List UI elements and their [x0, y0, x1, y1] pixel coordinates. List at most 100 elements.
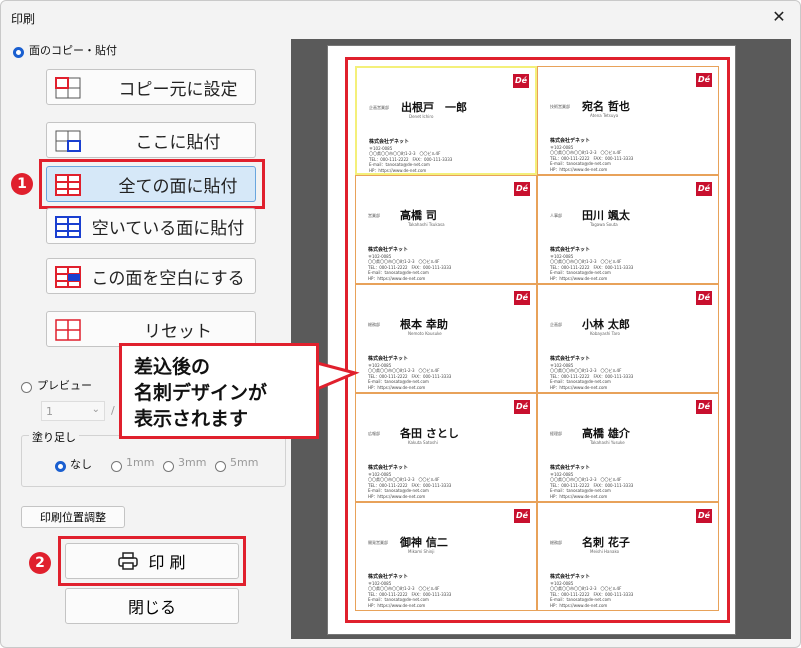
print-position-button[interactable]: 印刷位置調整	[21, 506, 125, 528]
card-company: 株式会社デネット	[550, 247, 591, 253]
paste-all-button[interactable]: 全ての面に貼付	[46, 166, 256, 202]
page-separator: /	[111, 404, 115, 417]
business-card[interactable]: Dé 企画営業部 出根戸 一郎 Denet Ichiro 株式会社デネット 〒102-00…	[355, 66, 537, 175]
callout-box: 差込後の 名刺デザインが 表示されます	[119, 343, 319, 439]
business-card[interactable]: Dé 広報部 各田 さとし Kakuta Satoshi 株式会社デネット 〒102-00…	[355, 393, 537, 502]
bleed-5mm-label: 5mm	[230, 456, 259, 469]
bleed-1mm-dot[interactable]	[111, 461, 122, 472]
bleed-5mm-dot[interactable]	[215, 461, 226, 472]
card-company: 株式会社デネット	[368, 465, 409, 471]
card-role: 総務部	[368, 322, 380, 327]
card-name: 小林 太郎	[582, 318, 630, 331]
paste-empty-grid-icon	[55, 216, 81, 238]
logo-icon: Dé	[696, 291, 712, 305]
card-company: 株式会社デネット	[368, 247, 409, 253]
card-address-line: HP：https://www.de-net.com	[550, 493, 608, 499]
card-roman: Meishi Hanako	[590, 549, 620, 554]
business-card[interactable]: Dé 総務部 根本 幸助 Nemoto Kousuke 株式会社デネット 〒102-008…	[355, 284, 537, 393]
card-address-line: HP：https://www.de-net.com	[369, 167, 427, 173]
card-roman: Denet Ichiro	[409, 114, 434, 119]
logo-icon: Dé	[514, 509, 530, 523]
business-card[interactable]: Dé 開発営業部 御神 信二 Mikami Shinji 株式会社デネット 〒102-00…	[355, 502, 537, 611]
close-button[interactable]: 閉じる	[65, 588, 239, 624]
preview-radio-dot[interactable]	[21, 382, 32, 393]
card-address: 〒102-0085 〇〇県〇〇市〇〇町1-2-3 〇〇ビル4F TEL：000-11…	[368, 363, 451, 390]
bleed-option-none[interactable]: なし	[55, 456, 92, 475]
source-grid-icon	[55, 77, 81, 99]
card-address-line: HP：https://www.de-net.com	[368, 275, 426, 281]
page-select-value: 1	[46, 405, 53, 418]
bleed-3mm-dot[interactable]	[163, 461, 174, 472]
face-copy-label: 面のコピー・貼付	[29, 44, 117, 57]
print-dialog: 印刷 ✕ 面のコピー・貼付 コピー元に設定 ここに貼付 全ての面に貼付 1 空い…	[0, 0, 801, 648]
card-name: 高橋 雄介	[582, 427, 630, 440]
bleed-option-3mm[interactable]: 3mm	[163, 456, 206, 475]
card-name: 各田 さとし	[400, 427, 459, 440]
bleed-1mm-label: 1mm	[126, 456, 155, 469]
bleed-option-5mm[interactable]: 5mm	[215, 456, 258, 475]
business-card[interactable]: Dé 企画部 小林 太郎 Kobayashi Taro 株式会社デネット 〒102-008…	[537, 284, 719, 393]
page-select[interactable]: 1 ⌄	[41, 401, 105, 421]
card-address: 〒102-0085 〇〇県〇〇市〇〇町1-2-3 〇〇ビル4F TEL：000-11…	[369, 146, 452, 173]
card-address: 〒102-0085 〇〇県〇〇市〇〇町1-2-3 〇〇ビル4F TEL：000-11…	[550, 472, 633, 499]
card-roman: Kobayashi Taro	[590, 331, 620, 336]
card-address: 〒102-0085 〇〇県〇〇市〇〇町1-2-3 〇〇ビル4F TEL：000-11…	[368, 472, 451, 499]
face-copy-radio-dot[interactable]	[13, 47, 24, 58]
preview-radio[interactable]: プレビュー	[21, 377, 92, 396]
card-name: 根本 幸助	[400, 318, 448, 331]
print-position-label: 印刷位置調整	[40, 511, 106, 524]
reset-label: リセット	[144, 321, 212, 342]
set-source-button[interactable]: コピー元に設定	[46, 69, 256, 105]
card-roman: Takahashi Tsukasa	[408, 222, 445, 227]
card-address-line: HP：https://www.de-net.com	[550, 602, 608, 608]
paste-empty-label: 空いている面に貼付	[91, 218, 245, 239]
business-card[interactable]: Dé 営業部 高橋 司 Takahashi Tsukasa 株式会社デネット 〒102-0…	[355, 175, 537, 284]
step-2-badge: 2	[29, 552, 51, 574]
card-address: 〒102-0085 〇〇県〇〇市〇〇町1-2-3 〇〇ビル4F TEL：000-11…	[368, 581, 451, 608]
paste-all-grid-icon	[55, 174, 81, 196]
print-button[interactable]: 印 刷	[65, 543, 239, 579]
bleed-none-dot[interactable]	[55, 461, 66, 472]
card-role: 総務部	[550, 540, 562, 545]
close-label: 閉じる	[127, 598, 176, 617]
card-name: 名刺 花子	[582, 536, 630, 549]
bleed-option-1mm[interactable]: 1mm	[111, 456, 154, 475]
reset-button[interactable]: リセット	[46, 311, 256, 347]
printer-icon	[118, 552, 139, 570]
logo-icon: Dé	[696, 73, 712, 87]
preview-label: プレビュー	[37, 379, 92, 392]
card-address-line: HP：https://www.de-net.com	[550, 275, 608, 281]
paste-empty-button[interactable]: 空いている面に貼付	[46, 208, 256, 244]
card-name: 高橋 司	[400, 209, 437, 222]
card-address-line: HP：https://www.de-net.com	[368, 602, 426, 608]
card-company: 株式会社デネット	[550, 356, 591, 362]
logo-icon: Dé	[514, 182, 530, 196]
card-roman: Tagawa Souta	[590, 222, 618, 227]
card-role: 広報部	[368, 431, 380, 436]
window-title: 印刷	[11, 12, 36, 26]
business-card[interactable]: Dé 総務部 名刺 花子 Meishi Hanako 株式会社デネット 〒102-0085…	[537, 502, 719, 611]
card-role: 営業部	[368, 213, 380, 218]
business-card[interactable]: Dé 技術営業部 宛名 哲也 Atena Tetsuya 株式会社デネット 〒102-00…	[537, 66, 719, 175]
card-address: 〒102-0085 〇〇県〇〇市〇〇町1-2-3 〇〇ビル4F TEL：000-11…	[550, 363, 633, 390]
logo-icon: Dé	[513, 74, 529, 88]
card-company: 株式会社デネット	[368, 356, 409, 362]
face-copy-radio[interactable]: 面のコピー・貼付	[13, 42, 117, 61]
close-icon[interactable]: ✕	[768, 6, 790, 28]
print-label: 印 刷	[148, 553, 186, 572]
callout-line-3: 表示されます	[134, 408, 249, 430]
reset-grid-icon	[55, 319, 81, 341]
clear-face-button[interactable]: この面を空白にする	[46, 258, 256, 294]
paste-here-button[interactable]: ここに貼付	[46, 122, 256, 158]
business-card[interactable]: Dé 人事部 田川 颯太 Tagawa Souta 株式会社デネット 〒102-0085 〇…	[537, 175, 719, 284]
paste-here-grid-icon	[55, 130, 81, 152]
paste-here-label: ここに貼付	[135, 132, 221, 153]
business-card[interactable]: Dé 経理部 高橋 雄介 Takahashi Yusuke 株式会社デネット 〒102-0…	[537, 393, 719, 502]
card-address: 〒102-0085 〇〇県〇〇市〇〇町1-2-3 〇〇ビル4F TEL：000-11…	[550, 145, 633, 172]
bleed-none-label: なし	[70, 458, 92, 471]
card-role: 企画部	[550, 322, 562, 327]
card-roman: Kakuta Satoshi	[408, 440, 438, 445]
step-1-badge: 1	[11, 173, 33, 195]
callout-line-1: 差込後の	[134, 356, 211, 378]
chevron-down-icon: ⌄	[91, 404, 100, 415]
